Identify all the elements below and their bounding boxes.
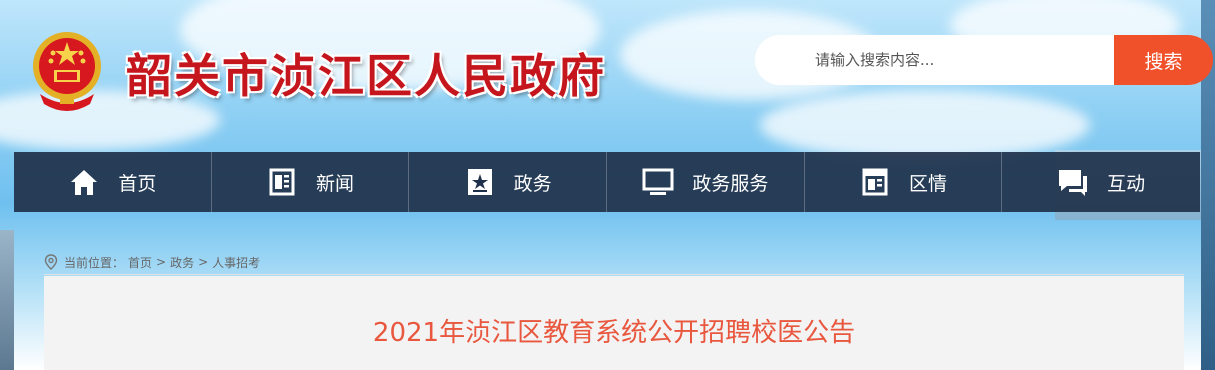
search-button[interactable]: 搜索 — [1114, 35, 1213, 85]
site-title: 韶关市浈江区人民政府 — [126, 49, 606, 103]
nav-label: 区情 — [909, 172, 948, 195]
main-nav: 首页 新闻 政务 政务服务 区情 互动 — [14, 152, 1200, 212]
nav-item-news[interactable]: 新闻 — [212, 152, 410, 212]
chat-icon — [1057, 166, 1089, 198]
breadcrumb-prefix: 当前位置： — [64, 255, 125, 270]
article-panel: 2021年浈江区教育系统公开招聘校医公告 — [44, 276, 1184, 370]
cloud-decoration — [760, 90, 1090, 160]
search-box — [755, 35, 1115, 85]
nav-item-government[interactable]: 政务 — [409, 152, 608, 212]
search-input[interactable] — [813, 50, 1097, 70]
city-building — [0, 230, 14, 370]
home-icon — [68, 166, 100, 198]
national-emblem-logo — [30, 28, 104, 112]
nav-label: 政务 — [513, 172, 552, 195]
breadcrumb-separator: > — [156, 255, 167, 269]
document-icon — [859, 166, 891, 198]
breadcrumb: 当前位置： 首页 > 政务 > 人事招考 — [44, 252, 264, 272]
breadcrumb-link-recruitment[interactable]: 人事招考 — [212, 254, 260, 271]
divider — [44, 274, 1184, 275]
breadcrumb-link-government[interactable]: 政务 — [170, 254, 194, 271]
article-title: 2021年浈江区教育系统公开招聘校医公告 — [372, 318, 856, 348]
monitor-icon — [642, 166, 674, 198]
nav-label: 首页 — [118, 172, 157, 195]
nav-item-gov-services[interactable]: 政务服务 — [607, 152, 805, 212]
nav-label: 政务服务 — [692, 172, 769, 195]
nav-item-home[interactable]: 首页 — [14, 152, 212, 212]
nav-label: 新闻 — [316, 172, 355, 195]
breadcrumb-link-home[interactable]: 首页 — [128, 254, 152, 271]
nav-item-interaction[interactable]: 互动 — [1002, 152, 1200, 212]
star-badge-icon — [464, 166, 496, 198]
nav-label: 互动 — [1107, 172, 1146, 195]
location-pin-icon — [44, 254, 58, 270]
newspaper-icon — [266, 166, 298, 198]
nav-item-district-info[interactable]: 区情 — [805, 152, 1003, 212]
breadcrumb-separator: > — [198, 255, 209, 269]
